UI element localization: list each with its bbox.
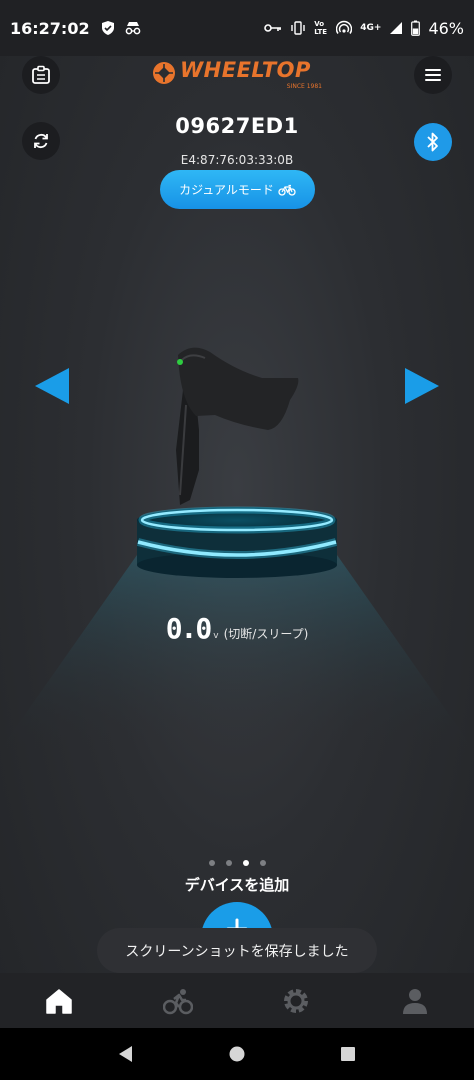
page-dot[interactable] [259, 860, 266, 866]
add-device-label: デバイスを追加 [184, 876, 290, 894]
brand-name: WHEELTOP [180, 58, 311, 82]
clipboard-button[interactable] [22, 56, 60, 94]
wheeltop-logo: WHEELTOP SINCE 1981 [152, 58, 324, 92]
bluetooth-icon [427, 132, 438, 152]
incognito-icon [125, 22, 140, 35]
bottom-nav [0, 973, 474, 1028]
back-icon[interactable] [117, 1045, 135, 1063]
nav-cycling[interactable] [119, 973, 238, 1028]
app-screen: 16:27:02 Vo LTE 4G+ 46% WHEELTOP SINCE 1… [0, 0, 474, 1080]
home-circle-icon[interactable] [228, 1045, 246, 1063]
nav-profile[interactable] [356, 973, 474, 1028]
status-bar: 16:27:02 Vo LTE 4G+ 46% [0, 0, 474, 56]
voltage-readout: 0.0 v (切断/スリープ) [0, 612, 474, 645]
connection-status: (切断/スリープ) [223, 627, 309, 641]
key-icon [264, 24, 282, 32]
battery-icon [411, 20, 421, 36]
hotspot-icon [336, 20, 353, 34]
vpn-shield-icon [101, 21, 114, 35]
toast-message: スクリーンショットを保存しました [97, 928, 377, 973]
brand-since: SINCE 1981 [286, 83, 322, 90]
device-product-image [0, 347, 474, 750]
system-nav-bar [0, 1028, 474, 1080]
mode-button[interactable]: カジュアルモード [160, 170, 315, 209]
bicycle-icon [278, 184, 296, 196]
voltage-value: 0.0 [165, 612, 213, 645]
settings-icon [284, 988, 309, 1013]
cycling-icon [162, 988, 193, 1014]
volte-indicator: Vo LTE [314, 20, 328, 36]
recents-icon[interactable] [339, 1045, 357, 1063]
nav-settings[interactable] [237, 973, 356, 1028]
device-name: 09627ED1 [175, 114, 299, 138]
profile-icon [402, 988, 427, 1014]
device-mac-address: E4:87:76:03:33:0B [180, 153, 294, 167]
nav-home[interactable] [0, 973, 119, 1028]
page-dot-active[interactable] [242, 860, 249, 866]
status-time: 16:27:02 [10, 18, 90, 38]
clipboard-icon [32, 65, 50, 84]
menu-button[interactable] [414, 56, 452, 94]
network-type: 4G+ [360, 23, 382, 33]
status-left-icons [100, 20, 142, 36]
status-right-icons: Vo LTE 4G+ 46% [264, 19, 464, 38]
page-indicator [0, 860, 474, 866]
voltage-unit: v [213, 631, 219, 641]
page-dot[interactable] [225, 860, 232, 866]
vibrate-icon [291, 21, 305, 35]
bluetooth-button[interactable] [414, 123, 452, 161]
page-dot[interactable] [208, 860, 215, 866]
hamburger-menu-icon [425, 69, 441, 81]
signal-icon [390, 22, 403, 34]
battery-percent: 46% [428, 18, 464, 38]
wheeltop-logo-mark [153, 62, 175, 84]
mode-label: カジュアルモード [179, 183, 274, 197]
home-icon [46, 988, 72, 1014]
